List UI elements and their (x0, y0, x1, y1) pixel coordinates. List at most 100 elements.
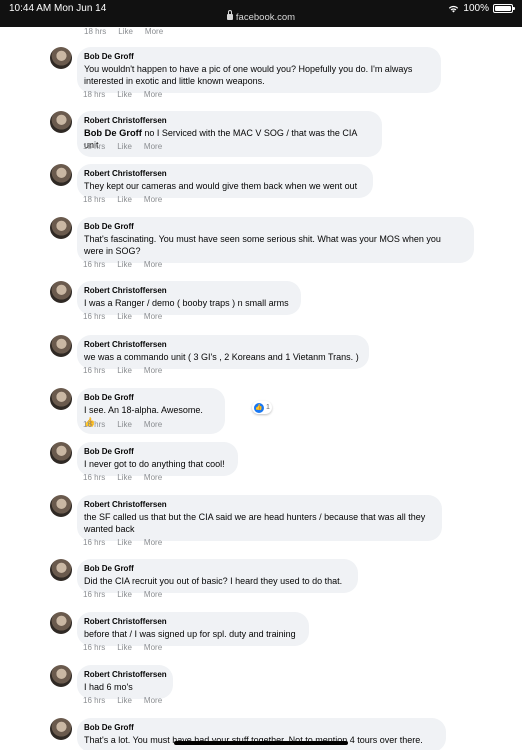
avatar[interactable] (50, 559, 72, 581)
comment-text-line: Did the CIA recruit you out of basic? I … (84, 576, 343, 586)
avatar[interactable] (50, 217, 72, 239)
more-link[interactable]: More (144, 473, 162, 482)
more-link[interactable]: More (144, 195, 162, 204)
status-indicators: 100% (448, 3, 515, 14)
comment-actions: 16 hrs Like More (83, 590, 162, 599)
comment-text-line: before that / I was signed up for spl. d… (84, 629, 296, 639)
commenter-name[interactable]: Robert Christoffersen (84, 669, 167, 681)
comment-time[interactable]: 16 hrs (83, 590, 105, 599)
avatar[interactable] (50, 665, 72, 687)
comment-text-line: we was a commando unit ( 3 GI's , 2 Kore… (84, 352, 359, 362)
like-link[interactable]: Like (117, 90, 132, 99)
comment-bubble: Bob De Groff You wouldn't happen to have… (77, 47, 441, 93)
comment-bubble: Robert Christoffersen we was a commando … (77, 335, 369, 369)
more-link[interactable]: More (144, 366, 162, 375)
commenter-name[interactable]: Robert Christoffersen (84, 285, 292, 297)
like-link[interactable]: Like (117, 366, 132, 375)
more-link[interactable]: More (144, 643, 162, 652)
more-link[interactable]: More (144, 312, 162, 321)
wifi-icon (449, 5, 459, 13)
avatar[interactable] (50, 47, 72, 69)
comment-actions: 18 hrs Like More (83, 90, 162, 99)
like-link[interactable]: Like (117, 420, 132, 429)
comment-time[interactable]: 16 hrs (83, 538, 105, 547)
comment-text-line: I was a Ranger / demo ( booby traps ) n … (84, 298, 289, 308)
commenter-name[interactable]: Robert Christoffersen (84, 499, 433, 511)
comment-text-line: were in SOG? (84, 246, 141, 256)
comment-bubble: Bob De Groff That's a lot. You must have… (77, 718, 446, 750)
avatar[interactable] (50, 612, 72, 634)
more-link[interactable]: More (145, 27, 163, 36)
avatar[interactable] (50, 718, 72, 740)
like-link[interactable]: Like (117, 142, 132, 151)
comment-bubble: Robert Christoffersen I was a Ranger / d… (77, 281, 301, 315)
commenter-name[interactable]: Robert Christoffersen (84, 339, 360, 351)
comment-actions: 16 hrs Like More (83, 420, 162, 429)
like-link[interactable]: Like (117, 312, 132, 321)
comment-text-line: I had 6 mo's (84, 682, 133, 692)
mention-link[interactable]: Bob De Groff (84, 128, 142, 138)
more-link[interactable]: More (144, 420, 162, 429)
comment-time[interactable]: 16 hrs (83, 420, 105, 429)
avatar[interactable] (50, 495, 72, 517)
comment-time[interactable]: 18 hrs (83, 90, 105, 99)
comment-thread: 18 hrs Like More Bob De Groff You wouldn… (0, 27, 522, 750)
comment-time[interactable]: 16 hrs (83, 473, 105, 482)
commenter-name[interactable]: Robert Christoffersen (84, 168, 364, 180)
like-link[interactable]: Like (117, 643, 132, 652)
avatar[interactable] (50, 111, 72, 133)
comment-bubble: Bob De Groff Did the CIA recruit you out… (77, 559, 358, 593)
like-link[interactable]: Like (117, 538, 132, 547)
comment-actions: 16 hrs Like More (83, 643, 162, 652)
more-link[interactable]: More (144, 142, 162, 151)
more-link[interactable]: More (144, 538, 162, 547)
commenter-name[interactable]: Bob De Groff (84, 563, 349, 575)
comment-text-line: That's fascinating. You must have seen s… (84, 234, 441, 244)
lock-icon (226, 10, 233, 20)
like-link[interactable]: Like (117, 590, 132, 599)
comment-bubble: Robert Christoffersen They kept our came… (77, 164, 373, 198)
comment-actions: 16 hrs Like More (83, 366, 162, 375)
comment-text-line: wanted back (84, 524, 135, 534)
comment-time[interactable]: 16 hrs (83, 366, 105, 375)
avatar[interactable] (50, 442, 72, 464)
comment-text-line: interested in exotic and little known we… (84, 76, 265, 86)
like-link[interactable]: Like (117, 473, 132, 482)
home-indicator[interactable] (174, 741, 348, 745)
reaction-badge[interactable]: 👍 1 (252, 401, 272, 414)
more-link[interactable]: More (144, 260, 162, 269)
comment-text-line: They kept our cameras and would give the… (84, 181, 358, 191)
commenter-name[interactable]: Robert Christoffersen (84, 616, 300, 628)
commenter-name[interactable]: Bob De Groff (84, 722, 437, 734)
commenter-name[interactable]: Bob De Groff (84, 221, 465, 233)
comment-time[interactable]: 16 hrs (83, 696, 105, 705)
more-link[interactable]: More (144, 90, 162, 99)
more-link[interactable]: More (144, 696, 162, 705)
commenter-name[interactable]: Bob De Groff (84, 392, 216, 404)
like-link[interactable]: Like (117, 696, 132, 705)
comment-time[interactable]: 16 hrs (83, 643, 105, 652)
battery-icon (493, 4, 515, 13)
comment-actions: 16 hrs Like More (83, 696, 162, 705)
comment-time[interactable]: 18 hrs (83, 142, 105, 151)
comment-time[interactable]: 16 hrs (83, 260, 105, 269)
comment-text-line: You wouldn't happen to have a pic of one… (84, 64, 413, 74)
avatar[interactable] (50, 281, 72, 303)
commenter-name[interactable]: Bob De Groff (84, 51, 432, 63)
comment-time[interactable]: 18 hrs (83, 195, 105, 204)
comment-time[interactable]: 18 hrs (84, 27, 106, 36)
address-bar[interactable]: facebook.com (0, 10, 522, 23)
battery-percent: 100% (463, 3, 489, 14)
commenter-name[interactable]: Bob De Groff (84, 446, 229, 458)
comment-actions: 16 hrs Like More (83, 312, 162, 321)
url-text: facebook.com (235, 12, 296, 23)
more-link[interactable]: More (144, 590, 162, 599)
commenter-name[interactable]: Robert Christoffersen (84, 115, 373, 127)
avatar[interactable] (50, 164, 72, 186)
like-link[interactable]: Like (117, 195, 132, 204)
avatar[interactable] (50, 335, 72, 357)
like-link[interactable]: Like (117, 260, 132, 269)
comment-time[interactable]: 16 hrs (83, 312, 105, 321)
avatar[interactable] (50, 388, 72, 410)
like-link[interactable]: Like (118, 27, 133, 36)
